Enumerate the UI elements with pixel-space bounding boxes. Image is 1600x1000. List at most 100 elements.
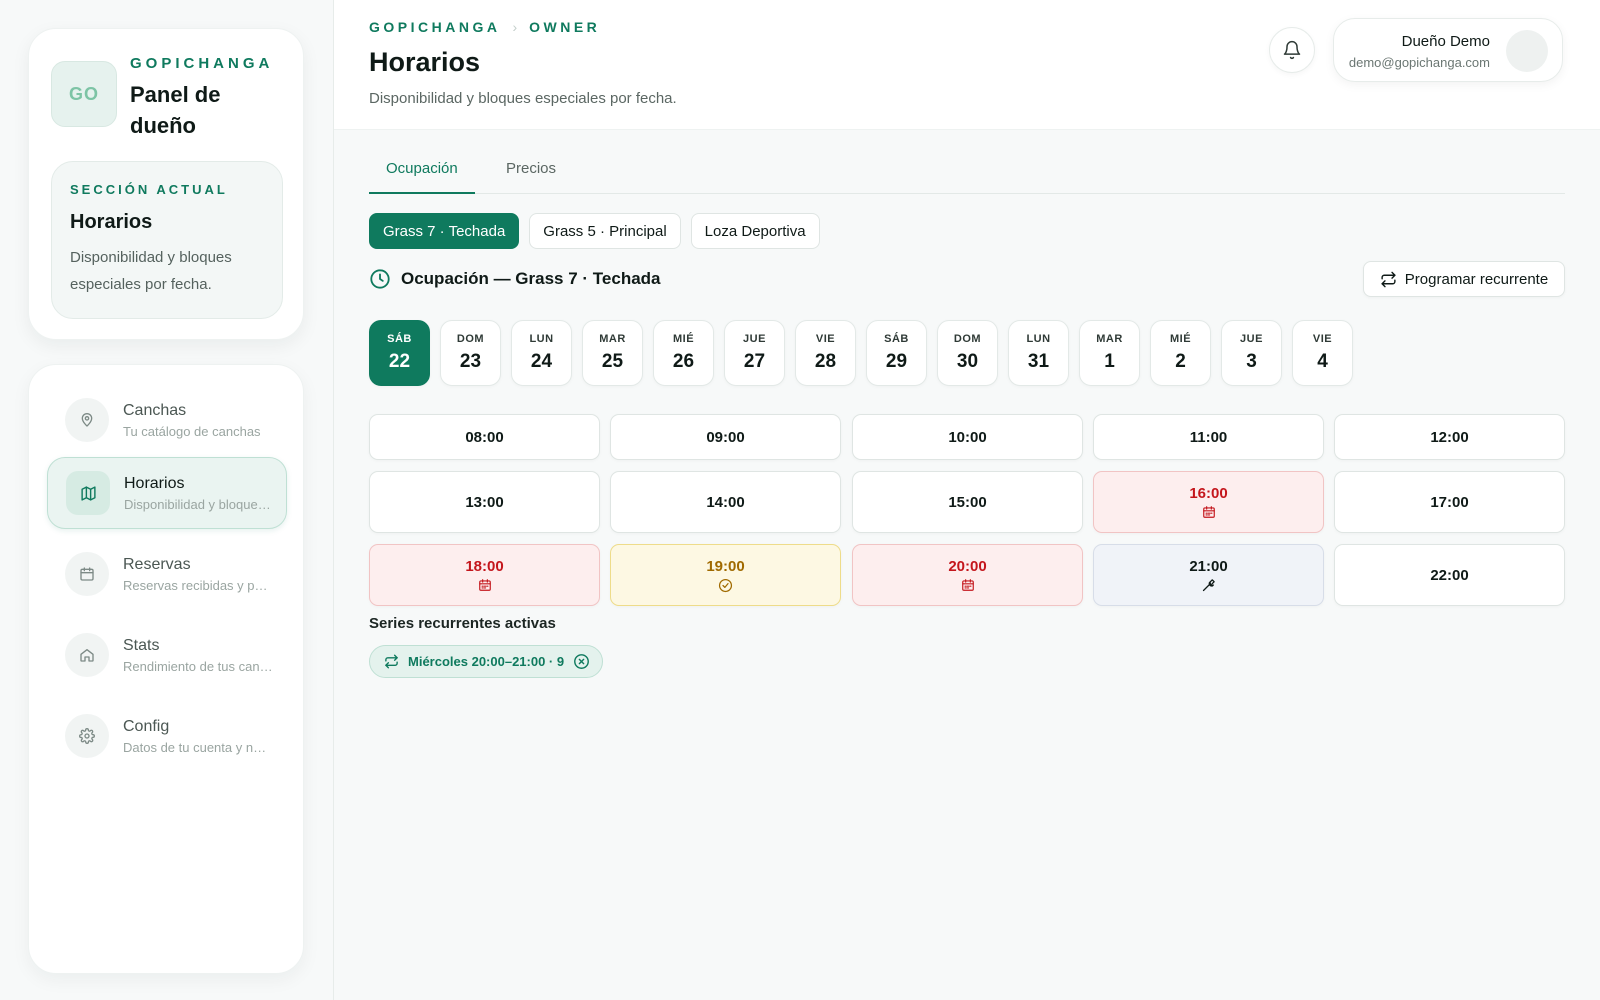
recurring-series-chip[interactable]: Miércoles 20:00–21:00 · 9 [369,645,604,678]
day-button[interactable]: LUN 24 [511,320,572,386]
chevron-right-icon: › [512,19,518,35]
day-button[interactable]: LUN 31 [1008,320,1069,386]
brand-card: GO GOPICHANGA Panel de dueño SECCIÓN ACT… [28,28,304,340]
time-slot-label: 11:00 [1189,428,1228,446]
sidebar-item-reservas[interactable]: Reservas Reservas recibidas y pendientes [47,538,287,610]
field-button-grass5[interactable]: Grass 5 · Principal [529,213,681,249]
time-slot[interactable]: 10:00 [852,414,1083,460]
day-of-week: SÁB [387,333,412,345]
field-button-grass7[interactable]: Grass 7 · Techada [369,213,520,249]
time-slot-label: 18:00 [465,558,504,575]
sidebar-item-sub: Tu catálogo de canchas [123,423,261,439]
day-button[interactable]: DOM 23 [440,320,501,386]
breadcrumb-item[interactable]: OWNER [529,19,600,35]
time-slot[interactable]: 17:00 [1334,471,1565,533]
day-of-week: MAR [1096,333,1123,345]
map-icon [66,471,110,515]
sidebar-item-canchas[interactable]: Canchas Tu catálogo de canchas [47,384,287,456]
day-button[interactable]: JUE 27 [724,320,785,386]
sidebar-item-config[interactable]: Config Datos de tu cuenta y negocio [47,700,287,772]
day-of-week: MIÉ [1169,333,1192,345]
day-button[interactable]: SÁB 22 [369,320,430,386]
calendar-icon [961,575,975,592]
schedule-recurring-button[interactable]: Programar recurrente [1363,261,1565,297]
time-slot-label: 16:00 [1189,485,1228,502]
time-slot-booked[interactable]: 16:00 [1093,471,1324,533]
time-slot-booked[interactable]: 20:00 [852,544,1083,606]
notifications-button[interactable] [1269,27,1315,73]
time-slot[interactable]: 15:00 [852,471,1083,533]
time-slot-label: 13:00 [465,493,504,511]
time-slot-label: 12:00 [1430,428,1469,446]
day-button[interactable]: MAR 1 [1079,320,1140,386]
sidebar-item-sub: Datos de tu cuenta y negocio [123,739,273,755]
time-slot[interactable]: 09:00 [610,414,841,460]
day-button[interactable]: DOM 30 [937,320,998,386]
page-header: GOPICHANGA › OWNER Horarios Disponibilid… [334,0,1600,130]
time-slot[interactable]: 13:00 [369,471,600,533]
tabs: Ocupación Precios [369,154,1565,194]
field-button-loza[interactable]: Loza Deportiva [690,213,820,249]
day-button[interactable]: VIE 4 [1292,320,1353,386]
sidebar-item-stats[interactable]: Stats Rendimiento de tus canchas [47,619,287,691]
sidebar-item-sub: Reservas recibidas y pendientes [123,577,273,593]
bell-icon [1282,40,1302,60]
repeat-icon [1380,271,1405,288]
clock-icon [369,268,401,290]
time-slot-pending[interactable]: 19:00 [610,544,841,606]
day-button[interactable]: MAR 25 [582,320,643,386]
close-circle-icon[interactable] [573,653,590,670]
current-section-eyebrow: SECCIÓN ACTUAL [70,182,228,197]
day-of-week: VIE [1312,333,1333,345]
map-pin-icon [65,398,109,442]
day-number: 22 [388,351,411,372]
field-selector: Grass 7 · Techada Grass 5 · Principal Lo… [369,213,820,249]
tab-ocupacion[interactable]: Ocupación [369,154,475,194]
occupancy-heading: Ocupación — Grass 7 · Techada [369,268,661,290]
time-slot-label: 19:00 [706,557,745,575]
time-slot-label: 17:00 [1430,493,1469,511]
day-button[interactable]: JUE 3 [1221,320,1282,386]
day-number: 4 [1317,351,1328,372]
day-number: 26 [672,351,695,372]
avatar [1506,30,1548,72]
time-slot-label: 15:00 [948,493,987,511]
time-slot[interactable]: 08:00 [369,414,600,460]
time-slot-booked[interactable]: 18:00 [369,544,600,606]
current-section-title: Horarios [70,211,153,233]
day-number: 2 [1175,351,1186,372]
time-slot[interactable]: 22:00 [1334,544,1565,606]
breadcrumb: GOPICHANGA › OWNER [369,19,600,35]
time-slot[interactable]: 11:00 [1093,414,1324,460]
recurring-series-label: Miércoles 20:00–21:00 · 9 [408,654,565,669]
day-of-week: LUN [1026,333,1051,345]
tab-precios[interactable]: Precios [489,154,573,194]
sidebar-item-horarios[interactable]: Horarios Disponibilidad y bloques especi… [47,457,287,529]
sidebar-item-label: Horarios [124,474,185,492]
day-of-week: MAR [599,333,626,345]
user-menu[interactable]: Dueño Demo demo@gopichanga.com [1333,18,1563,82]
day-button[interactable]: MIÉ 26 [653,320,714,386]
day-number: 30 [956,351,979,372]
day-button[interactable]: VIE 28 [795,320,856,386]
time-slot-label: 14:00 [706,493,745,511]
day-button[interactable]: SÁB 29 [866,320,927,386]
schedule-recurring-label: Programar recurrente [1404,270,1549,288]
page-subtitle: Disponibilidad y bloques especiales por … [369,90,677,107]
time-slot[interactable]: 14:00 [610,471,841,533]
day-of-week: VIE [815,333,836,345]
page-title: Horarios [369,47,481,77]
day-of-week: MIÉ [672,333,695,345]
user-email: demo@gopichanga.com [1348,55,1490,70]
time-slot-label: 10:00 [948,428,987,446]
series-title: Series recurrentes activas [369,615,556,632]
day-button[interactable]: MIÉ 2 [1150,320,1211,386]
home-icon [65,633,109,677]
breadcrumb-item[interactable]: GOPICHANGA [369,19,500,35]
sidebar-item-sub: Rendimiento de tus canchas [123,658,273,674]
occupancy-title: Ocupación — Grass 7 · Techada [401,269,661,288]
day-of-week: DOM [953,333,982,345]
time-slot-maintenance[interactable]: 21:00 [1093,544,1324,606]
time-slot[interactable]: 12:00 [1334,414,1565,460]
time-slot-label: 09:00 [706,428,745,446]
